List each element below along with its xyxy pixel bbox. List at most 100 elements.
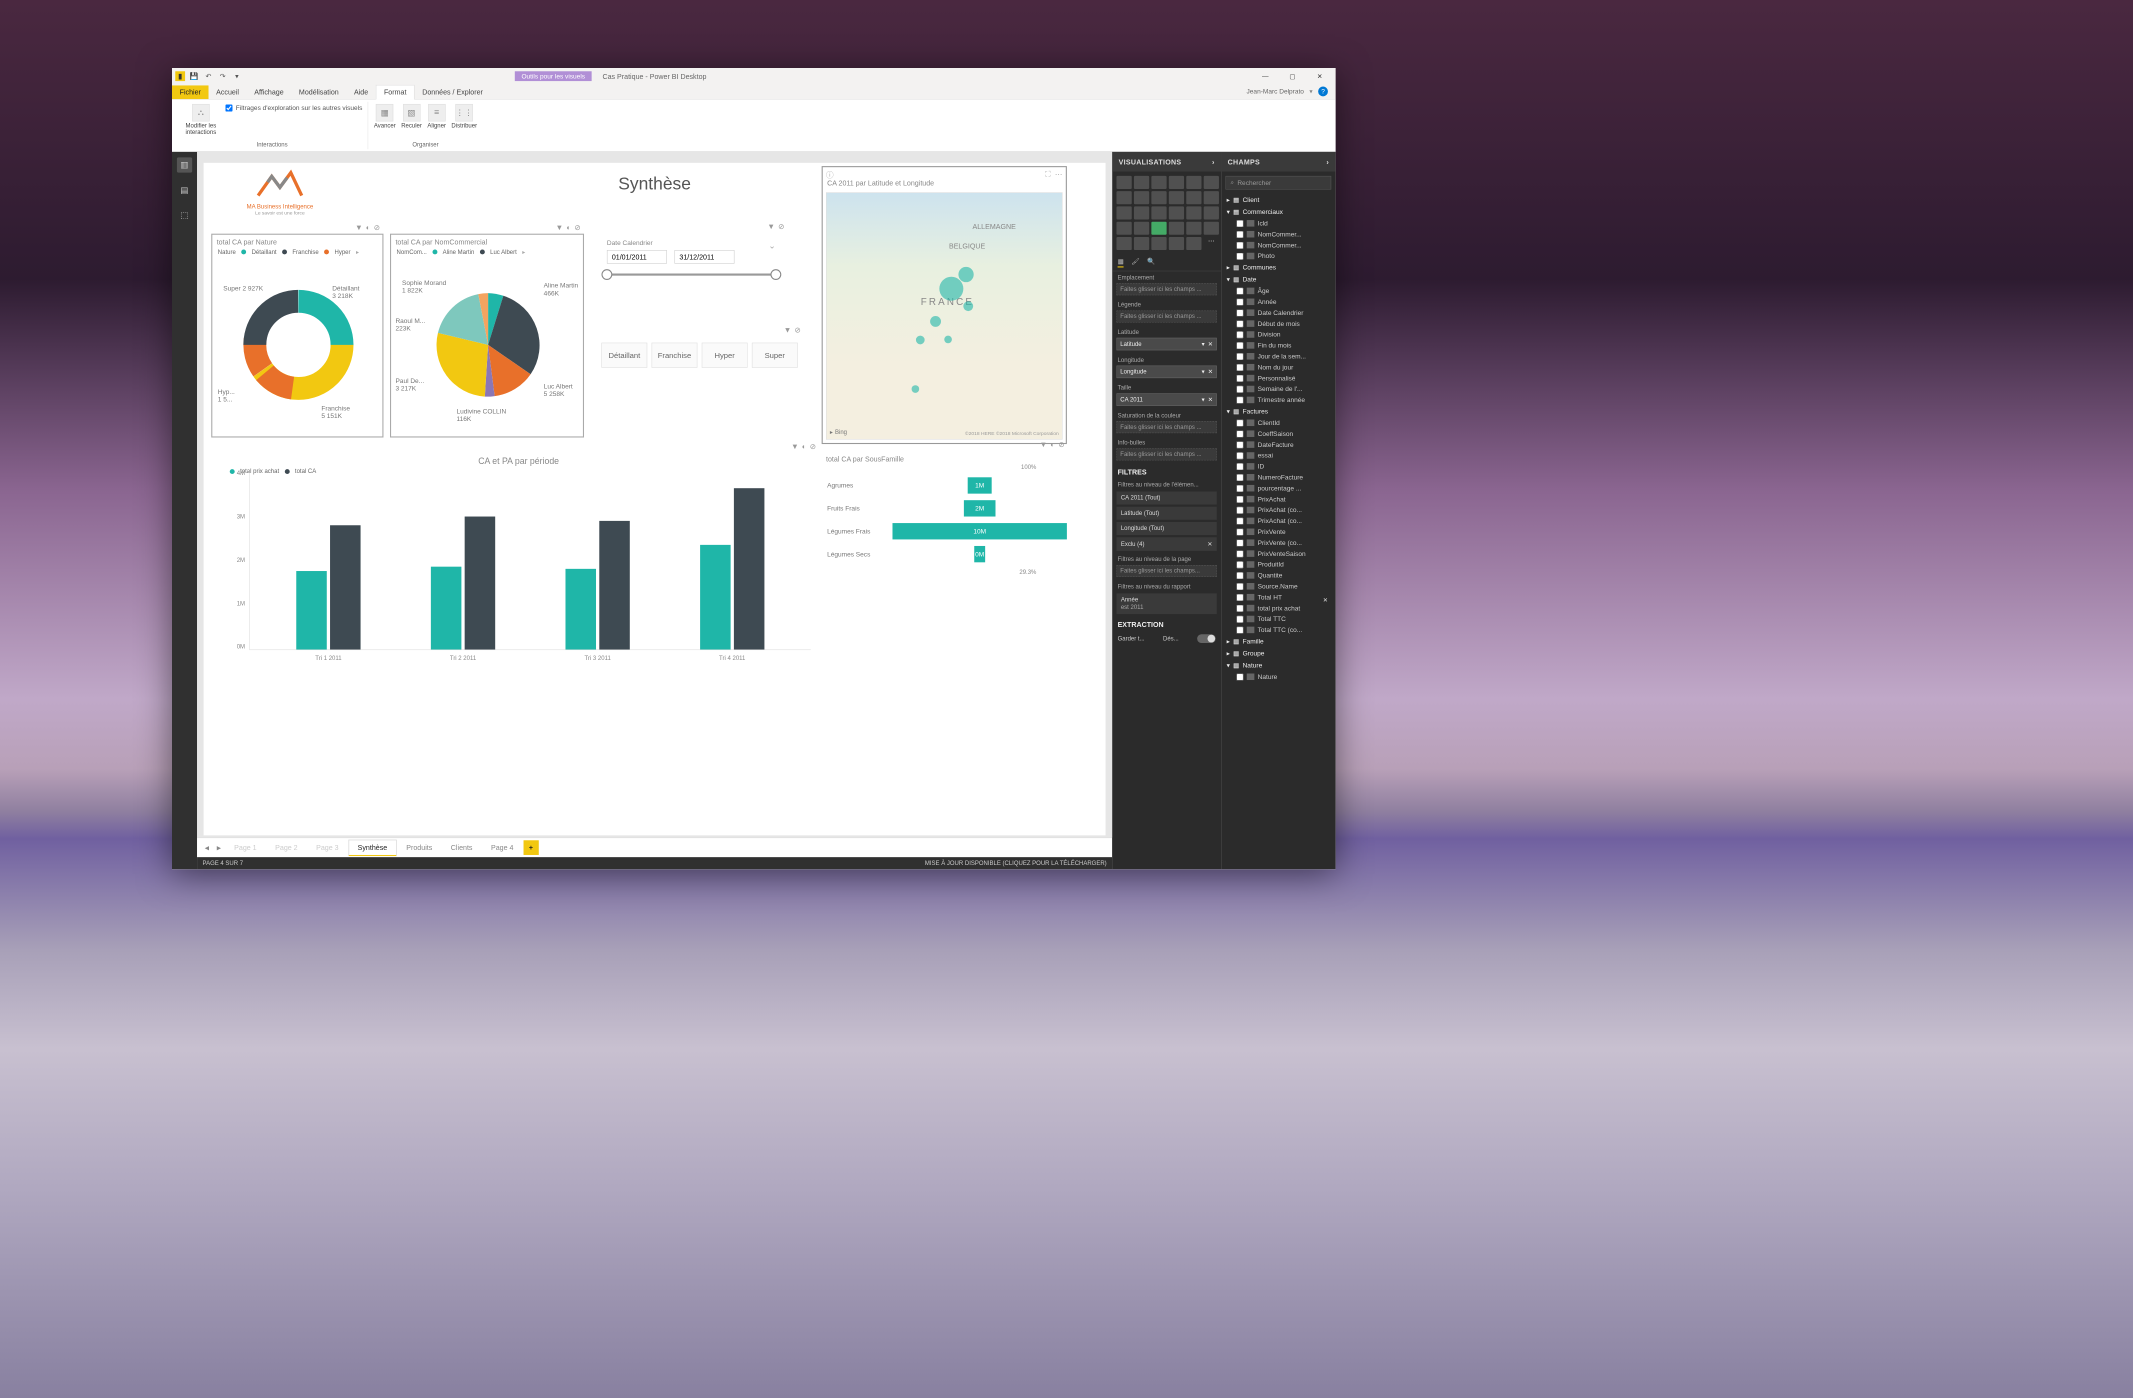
field-checkbox[interactable]: [1236, 364, 1243, 371]
field-item[interactable]: PrixVente (co...: [1223, 537, 1333, 548]
expand-icon[interactable]: ▾: [1227, 408, 1230, 416]
field-checkbox[interactable]: [1236, 528, 1243, 535]
field-checkbox[interactable]: [1236, 441, 1243, 448]
field-checkbox[interactable]: [1236, 485, 1243, 492]
field-item[interactable]: Nature: [1223, 671, 1333, 682]
field-item[interactable]: ID: [1223, 461, 1333, 472]
viz-type-icon[interactable]: [1116, 191, 1131, 204]
viz-type-icon[interactable]: [1151, 176, 1166, 189]
expand-icon[interactable]: ▾: [1227, 276, 1230, 284]
map-more-icon[interactable]: ⋯: [1055, 169, 1063, 178]
page-tab[interactable]: Page 2: [266, 840, 306, 855]
field-well[interactable]: Faites glisser ici les champs ...: [1116, 448, 1216, 460]
field-item[interactable]: Division: [1223, 329, 1333, 340]
filter-item[interactable]: Latitude (Tout): [1116, 507, 1216, 520]
field-item[interactable]: Âge: [1223, 285, 1333, 296]
page-tab[interactable]: Clients: [442, 840, 481, 855]
viz-type-icon[interactable]: [1169, 237, 1184, 250]
field-checkbox[interactable]: [1236, 605, 1243, 612]
viz-type-icon[interactable]: [1169, 176, 1184, 189]
clear-icon[interactable]: ⊘: [795, 325, 801, 334]
qat-undo-icon[interactable]: ↶: [204, 71, 214, 81]
field-checkbox[interactable]: [1236, 626, 1243, 633]
distribute-button[interactable]: ⋮⋮Distribuer: [451, 104, 477, 129]
field-checkbox[interactable]: [1236, 242, 1243, 249]
field-checkbox[interactable]: [1236, 561, 1243, 568]
viz-type-icon[interactable]: [1134, 237, 1149, 250]
field-checkbox[interactable]: [1236, 231, 1243, 238]
tab-aide[interactable]: Aide: [346, 85, 375, 99]
table-header[interactable]: ▾▦Date: [1223, 273, 1333, 285]
focus-icon[interactable]: ◐: [1050, 440, 1055, 449]
expand-icon[interactable]: ▾: [1227, 208, 1230, 216]
filter-icon[interactable]: ▼: [791, 442, 799, 451]
viz-type-icon[interactable]: [1134, 191, 1149, 204]
qat-save-icon[interactable]: 💾: [189, 71, 199, 81]
keep-filters-toggle[interactable]: [1197, 634, 1216, 643]
remove-icon[interactable]: ✕: [1208, 341, 1213, 348]
filter-icon[interactable]: ▼: [1040, 440, 1048, 449]
tab-donnees[interactable]: Données / Explorer: [415, 85, 491, 99]
field-checkbox[interactable]: [1236, 572, 1243, 579]
viz-type-icon[interactable]: [1116, 176, 1131, 189]
viz-type-icon[interactable]: [1151, 222, 1166, 235]
close-button[interactable]: ✕: [1307, 68, 1332, 84]
clear-icon[interactable]: ⊘: [1058, 440, 1064, 449]
field-well[interactable]: Latitude▾✕: [1116, 338, 1216, 351]
field-item[interactable]: Quantite: [1223, 570, 1333, 581]
field-item[interactable]: essai: [1223, 450, 1333, 461]
align-button[interactable]: ≡Aligner: [427, 104, 446, 129]
field-item[interactable]: CoeffSaison: [1223, 428, 1333, 439]
field-checkbox[interactable]: [1236, 506, 1243, 513]
field-checkbox[interactable]: [1236, 309, 1243, 316]
viz-type-icon[interactable]: [1169, 222, 1184, 235]
viz-type-icon[interactable]: [1186, 237, 1201, 250]
viz-type-icon[interactable]: [1134, 176, 1149, 189]
remove-icon[interactable]: ✕: [1207, 541, 1212, 548]
viz-type-icon[interactable]: [1151, 191, 1166, 204]
viz-type-icon[interactable]: [1116, 237, 1131, 250]
visual-hbar[interactable]: ▼◐⊘ total CA par SousFamille 100% Agrume…: [822, 452, 1067, 659]
field-well[interactable]: CA 2011▾✕: [1116, 393, 1216, 406]
field-checkbox[interactable]: [1236, 353, 1243, 360]
tab-format[interactable]: Format: [376, 85, 415, 100]
minimize-button[interactable]: —: [1253, 68, 1278, 84]
table-header[interactable]: ▸▦Client: [1223, 194, 1333, 206]
filter-icon[interactable]: ▼: [556, 223, 564, 232]
visual-donut-nature[interactable]: ▼◐⊘ total CA par Nature Nature Détaillan…: [211, 234, 383, 438]
field-well[interactable]: Faites glisser ici les champs ...: [1116, 283, 1216, 295]
page-tab[interactable]: Page 3: [307, 840, 347, 855]
tab-modelisation[interactable]: Modélisation: [291, 85, 346, 99]
field-item[interactable]: ProduitId: [1223, 559, 1333, 570]
model-view-icon[interactable]: ⬚: [177, 208, 192, 223]
field-item[interactable]: NomCommer...: [1223, 229, 1333, 240]
filter-icon[interactable]: ▼: [767, 222, 775, 231]
field-checkbox[interactable]: [1236, 496, 1243, 503]
chevron-down-icon[interactable]: ▾: [1202, 396, 1205, 403]
clear-icon[interactable]: ⊘: [778, 222, 784, 231]
chevron-down-icon[interactable]: ⌄: [769, 240, 776, 251]
page-add-button[interactable]: +: [523, 840, 538, 855]
filter-item[interactable]: CA 2011 (Tout): [1116, 491, 1216, 504]
table-header[interactable]: ▸▦Groupe: [1223, 647, 1333, 659]
field-item[interactable]: Date Calendrier: [1223, 307, 1333, 318]
viz-type-icon[interactable]: [1204, 206, 1219, 219]
visual-pie-commercial[interactable]: ▼◐⊘ total CA par NomCommercial NomCom...…: [390, 234, 584, 438]
clear-icon[interactable]: ⊘: [574, 223, 580, 232]
field-checkbox[interactable]: [1236, 550, 1243, 557]
map-body[interactable]: FRANCE ALLEMAGNE BELGIQUE ▸Bing: [826, 192, 1063, 439]
clear-icon[interactable]: ⊘: [810, 442, 816, 451]
expand-icon[interactable]: ▸: [1227, 264, 1230, 272]
field-item[interactable]: Semaine de l'...: [1223, 384, 1333, 395]
bring-forward-button[interactable]: ▦Avancer: [374, 104, 396, 129]
viz-type-icon[interactable]: [1116, 206, 1131, 219]
field-checkbox[interactable]: [1236, 252, 1243, 259]
help-icon[interactable]: ?: [1318, 87, 1328, 97]
field-checkbox[interactable]: [1236, 298, 1243, 305]
field-item[interactable]: Personnalisé: [1223, 373, 1333, 384]
viz-type-icon[interactable]: [1186, 176, 1201, 189]
slicer-detaillant[interactable]: Détaillant: [601, 343, 647, 368]
date-slider-handle-right[interactable]: [770, 269, 781, 280]
filter-icon[interactable]: ▼: [355, 223, 363, 232]
remove-icon[interactable]: ✕: [1208, 396, 1213, 403]
